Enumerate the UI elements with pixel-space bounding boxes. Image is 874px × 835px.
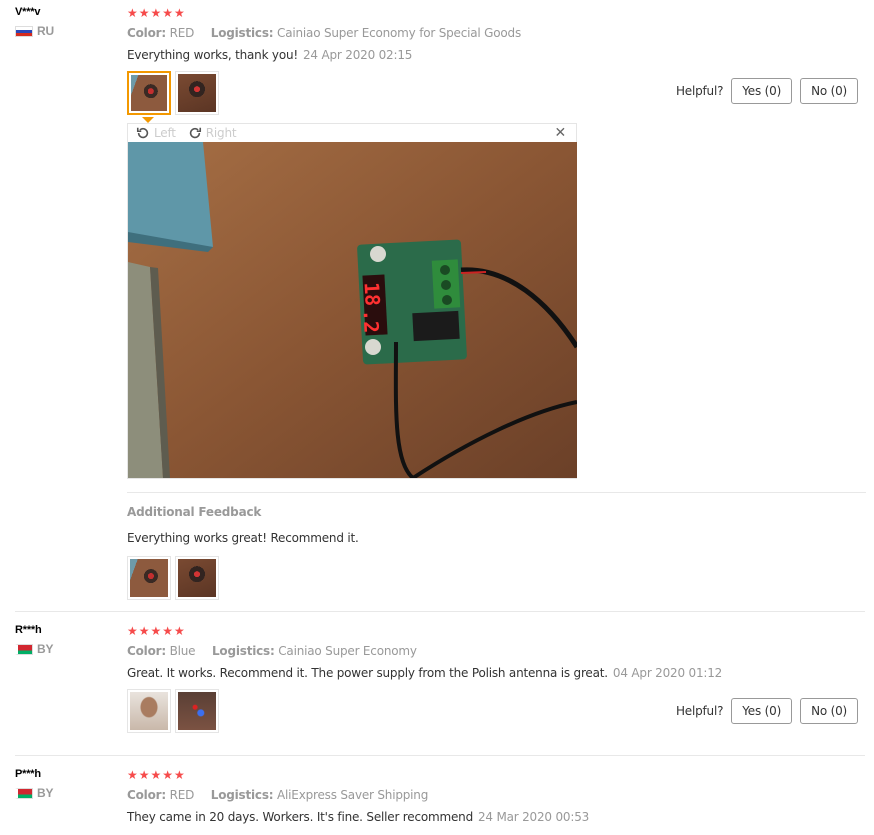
helpful-controls: Helpful? Yes (0) No (0) (676, 698, 858, 724)
review-text: They came in 20 days. Workers. It's fine… (127, 810, 473, 824)
reviewer-name: P***h (15, 768, 41, 780)
thumbnail-image (130, 692, 168, 730)
helpful-label: Helpful? (675, 704, 724, 718)
color-value: RED (169, 788, 195, 802)
viewer-toolbar: Left Right ✕ (128, 124, 576, 142)
reviewer-name: R***h (15, 624, 42, 636)
close-icon[interactable]: ✕ (554, 125, 566, 141)
flag-by-icon (15, 787, 33, 799)
country-code: BY (37, 642, 54, 656)
review-date: 04 Apr 2020 01:12 (612, 666, 723, 680)
review-thumbnail[interactable] (127, 556, 171, 600)
review-date: 24 Mar 2020 00:53 (477, 810, 590, 824)
review-meta: Color: RED Logistics: Cainiao Super Econ… (127, 26, 866, 40)
review-content: They came in 20 days. Workers. It's fine… (127, 810, 866, 824)
logistics-label: Logistics: (210, 788, 274, 802)
thumbnail-image (131, 75, 167, 111)
svg-text:18: 18 (359, 282, 384, 307)
reviewer-info: R***h BY (15, 624, 53, 656)
review-thumbnail[interactable] (175, 71, 219, 115)
helpful-no-button[interactable]: No (0) (800, 78, 858, 104)
thumbnail-image (178, 692, 216, 730)
helpful-label: Helpful? (675, 84, 724, 98)
review-thumbnail[interactable] (175, 556, 219, 600)
rotate-left-icon (136, 127, 149, 139)
logistics-value: Cainiao Super Economy for Special Goods (277, 26, 522, 40)
star-rating: ★★★★★ (127, 624, 186, 638)
logistics-label: Logistics: (210, 26, 274, 40)
review-date: 24 Apr 2020 02:15 (303, 48, 413, 62)
thumbnail-image (178, 559, 216, 597)
review-text: Great. It works. Recommend it. The power… (127, 666, 608, 680)
additional-feedback-text: Everything works great! Recommend it. (127, 531, 359, 545)
star-rating: ★★★★★ (127, 768, 186, 782)
review-meta: Color: Blue Logistics: Cainiao Super Eco… (127, 644, 866, 658)
review-content: Everything works, thank you! 24 Apr 2020 … (127, 48, 866, 62)
review-content: Great. It works. Recommend it. The power… (127, 666, 866, 680)
reviewer-info: V***v RU (15, 6, 54, 38)
reviewer-country: BY (15, 786, 53, 800)
rotate-left-label: Left (154, 126, 176, 140)
rotate-right-icon (189, 127, 201, 139)
additional-feedback: Additional Feedback Everything works gre… (127, 492, 866, 600)
review-thumbnail[interactable] (127, 689, 171, 733)
flag-ru-icon (15, 25, 33, 37)
color-label: Color: (127, 644, 166, 658)
rotate-left-button[interactable]: Left (136, 126, 176, 140)
color-value: RED (169, 26, 195, 40)
logistics-label: Logistics: (211, 644, 275, 658)
additional-feedback-title: Additional Feedback (127, 505, 262, 519)
review-body: ★★★★★ Color: RED Logistics: AliExpress S… (127, 768, 866, 824)
review-photo-large: 18 .2 (128, 142, 577, 478)
review-divider (15, 611, 865, 612)
color-label: Color: (127, 26, 166, 40)
additional-thumbnails (127, 556, 866, 600)
country-code: BY (37, 786, 54, 800)
color-value: Blue (169, 644, 196, 658)
helpful-controls: Helpful? Yes (0) No (0) (676, 78, 858, 104)
thumbnail-image (130, 559, 168, 597)
review-divider (15, 755, 865, 756)
helpful-no-button[interactable]: No (0) (800, 698, 858, 724)
review-thumbnail[interactable] (175, 689, 219, 733)
logistics-value: AliExpress Saver Shipping (277, 788, 429, 802)
review-thumbnail[interactable] (127, 71, 171, 115)
thumbnail-image (178, 74, 216, 112)
reviewer-country: RU (15, 24, 54, 38)
image-viewer: Left Right ✕ 18 .2 (127, 123, 577, 479)
rotate-right-label: Right (205, 126, 237, 140)
reviewer-info: P***h BY (15, 768, 53, 800)
helpful-yes-button[interactable]: Yes (0) (731, 698, 793, 724)
color-label: Color: (127, 788, 166, 802)
svg-text:.2: .2 (358, 309, 383, 334)
helpful-yes-button[interactable]: Yes (0) (731, 78, 793, 104)
reviewer-country: BY (15, 642, 53, 656)
reviewer-name: V***v (15, 6, 41, 18)
star-rating: ★★★★★ (127, 6, 186, 20)
review-meta: Color: RED Logistics: AliExpress Saver S… (127, 788, 866, 802)
rotate-right-button[interactable]: Right (188, 126, 237, 140)
logistics-value: Cainiao Super Economy (278, 644, 417, 658)
country-code: RU (37, 24, 54, 38)
flag-by-icon (15, 643, 33, 655)
review-text: Everything works, thank you! (127, 48, 298, 62)
